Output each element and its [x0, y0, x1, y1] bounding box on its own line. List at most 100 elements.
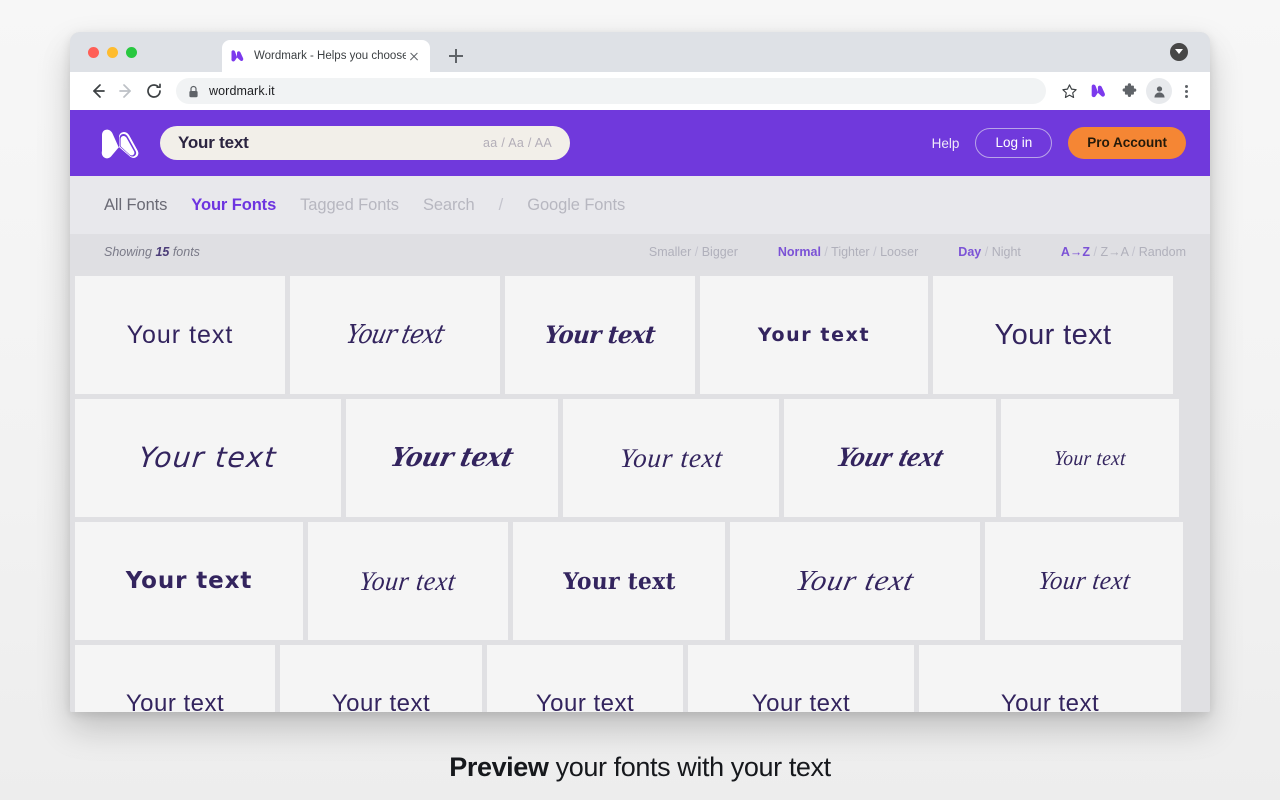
size-separator: / [694, 245, 699, 259]
font-preview-card[interactable]: Your text [563, 399, 779, 517]
search-input[interactable]: Your text aa / Aa / AA [160, 126, 570, 160]
font-preview-card[interactable]: Your text [75, 399, 341, 517]
kebab-menu-icon[interactable] [1176, 78, 1196, 104]
size-control-group: Smaller / Bigger [649, 245, 738, 259]
font-preview-card[interactable]: Your text [700, 276, 928, 394]
toolbar-icons [1056, 78, 1196, 104]
font-grid-row: Your text Your text Your text Your text Your… [70, 276, 1210, 399]
font-preview-sample: Your text [387, 443, 517, 473]
browser-window: Wordmark - Helps you choose wordmark.it [70, 32, 1210, 712]
font-grid-row: Your text Your text Your text Your text Your… [70, 522, 1210, 645]
size-smaller-button[interactable]: Smaller [649, 245, 691, 259]
sort-az-button[interactable]: A→Z [1061, 245, 1090, 259]
new-tab-button[interactable] [444, 44, 468, 68]
search-input-value: Your text [178, 133, 249, 152]
font-preview-card[interactable]: Your text [784, 399, 996, 517]
nav-tagged-fonts[interactable]: Tagged Fonts [300, 196, 399, 215]
font-preview-sample: Your text [535, 690, 635, 713]
font-preview-card[interactable]: Your text [933, 276, 1173, 394]
nav-google-fonts[interactable]: Google Fonts [527, 196, 625, 215]
font-grid-row: Your text Your text Your text Your text Your… [70, 399, 1210, 522]
showing-count-label: Showing 15 fonts [104, 245, 200, 259]
size-bigger-button[interactable]: Bigger [702, 245, 738, 259]
font-preview-card[interactable]: Your text [308, 522, 508, 640]
showing-prefix: Showing [104, 245, 152, 259]
font-preview-card[interactable]: Your text [75, 276, 285, 394]
help-link[interactable]: Help [932, 136, 960, 151]
wordmark-logo-icon[interactable] [100, 126, 144, 160]
profile-avatar-icon[interactable] [1146, 78, 1172, 104]
caption-rest: your fonts with your text [548, 752, 832, 782]
font-preview-sample: Your text [561, 567, 677, 595]
font-preview-card[interactable]: Your text [346, 399, 558, 517]
font-preview-card[interactable]: Your text [75, 645, 275, 712]
maximize-window-button[interactable] [126, 47, 137, 58]
page-viewport: Your text aa / Aa / AA Help Log in Pro A… [70, 110, 1210, 712]
star-icon[interactable] [1056, 78, 1082, 104]
tracking-normal-button[interactable]: Normal [778, 245, 821, 259]
case-toggle[interactable]: aa / Aa / AA [483, 136, 552, 150]
puzzle-extension-icon[interactable] [1116, 78, 1142, 104]
font-preview-card[interactable]: Your text [505, 276, 695, 394]
sort-random-button[interactable]: Random [1139, 245, 1186, 259]
tracking-looser-button[interactable]: Looser [880, 245, 918, 259]
address-bar-url: wordmark.it [209, 84, 275, 98]
nav-all-fonts[interactable]: All Fonts [104, 196, 167, 215]
font-preview-sample: Your text [792, 564, 918, 597]
font-preview-card[interactable]: Your text [919, 645, 1181, 712]
case-option-upper[interactable]: AA [535, 136, 552, 150]
download-icon[interactable] [1170, 43, 1188, 61]
nav-search[interactable]: Search [423, 196, 475, 215]
window-controls[interactable] [88, 47, 137, 58]
font-preview-card[interactable]: Your text [487, 645, 683, 712]
nav-your-fonts[interactable]: Your Fonts [191, 196, 276, 215]
font-preview-sample: Your text [358, 565, 458, 596]
font-preview-sample: Your text [751, 690, 851, 713]
font-preview-card[interactable]: Your text [1001, 399, 1179, 517]
close-window-button[interactable] [88, 47, 99, 58]
pro-account-button[interactable]: Pro Account [1068, 127, 1186, 159]
font-preview-sample: Your text [126, 320, 234, 349]
control-groups: Smaller / Bigger Normal / Tighter / Loos… [649, 245, 1186, 259]
font-preview-card[interactable]: Your text [730, 522, 980, 640]
case-option-title[interactable]: Aa [508, 136, 524, 150]
font-preview-card[interactable]: Your text [290, 276, 500, 394]
header-actions: Help Log in Pro Account [932, 127, 1186, 159]
browser-tab-strip: Wordmark - Helps you choose [70, 32, 1210, 72]
font-preview-sample: Your text [137, 441, 279, 474]
font-preview-sample: Your text [994, 318, 1112, 351]
font-preview-card[interactable]: Your text [280, 645, 482, 712]
showing-suffix: fonts [172, 245, 200, 259]
theme-control-group: Day / Night [958, 245, 1021, 259]
browser-toolbar: wordmark.it [70, 72, 1210, 110]
control-strip: Showing 15 fonts Smaller / Bigger Normal… [70, 234, 1210, 270]
wordmark-extension-icon[interactable] [1086, 78, 1112, 104]
sort-separator-2: / [1131, 245, 1136, 259]
case-separator-2: / [527, 136, 535, 150]
theme-night-button[interactable]: Night [992, 245, 1021, 259]
font-preview-sample: Your text [543, 320, 657, 349]
forward-arrow-icon[interactable] [112, 77, 140, 105]
font-preview-card[interactable]: Your text [688, 645, 914, 712]
back-arrow-icon[interactable] [84, 77, 112, 105]
showing-count: 15 [155, 245, 170, 259]
login-button[interactable]: Log in [975, 128, 1053, 158]
browser-tab[interactable]: Wordmark - Helps you choose [222, 40, 430, 72]
font-grid-row: Your text Your text Your text Your text Your… [70, 645, 1210, 712]
minimize-window-button[interactable] [107, 47, 118, 58]
theme-day-button[interactable]: Day [958, 245, 981, 259]
main-nav: All Fonts Your Fonts Tagged Fonts Search… [70, 176, 1210, 234]
font-preview-sample: Your text [125, 567, 253, 594]
font-preview-card[interactable]: Your text [75, 522, 303, 640]
case-option-lower[interactable]: aa [483, 136, 498, 150]
sort-separator-1: / [1093, 245, 1098, 259]
tracking-tighter-button[interactable]: Tighter [831, 245, 869, 259]
reload-icon[interactable] [140, 77, 168, 105]
close-tab-icon[interactable] [406, 48, 422, 64]
font-preview-card[interactable]: Your text [985, 522, 1183, 640]
font-preview-sample: Your text [757, 323, 871, 346]
address-bar[interactable]: wordmark.it [176, 78, 1046, 104]
font-preview-sample: Your text [1036, 566, 1132, 595]
sort-za-button[interactable]: Z→A [1101, 245, 1129, 259]
font-preview-card[interactable]: Your text [513, 522, 725, 640]
